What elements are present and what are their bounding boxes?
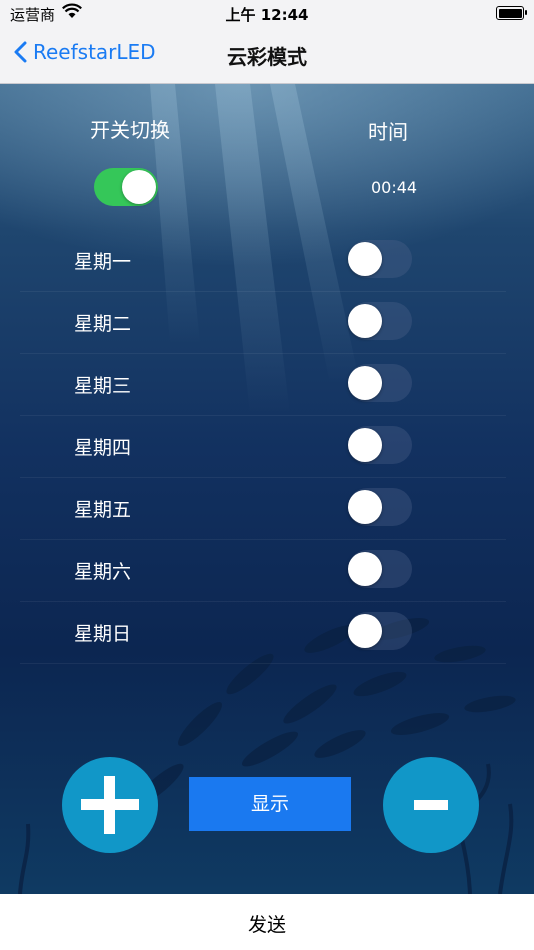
add-button[interactable]: [62, 757, 158, 853]
status-bar: 运营商 上午 12:44: [0, 0, 534, 26]
toggle-knob: [348, 366, 382, 400]
weekday-row: 星期五: [20, 477, 506, 540]
time-value: 00:44: [371, 178, 418, 197]
weekday-label: 星期日: [74, 623, 132, 645]
battery-level: [498, 8, 522, 18]
toggle-knob: [348, 490, 382, 524]
weekday-label: 星期五: [74, 499, 132, 521]
weekday-toggle[interactable]: [348, 364, 412, 402]
weekday-row: 星期日: [20, 601, 506, 664]
toggle-knob: [348, 304, 382, 338]
weekday-toggle[interactable]: [348, 550, 412, 588]
back-button[interactable]: ReefstarLED: [14, 40, 156, 64]
footer-bar: 发送: [0, 894, 534, 950]
page-title: 云彩模式: [227, 45, 307, 69]
toggle-knob: [348, 552, 382, 586]
weekday-toggle[interactable]: [348, 612, 412, 650]
weekday-toggle[interactable]: [348, 302, 412, 340]
weekday-label: 星期六: [74, 561, 132, 583]
back-label: ReefstarLED: [33, 40, 156, 64]
weekday-row: 星期三: [20, 353, 506, 416]
weekday-toggle[interactable]: [348, 426, 412, 464]
weekday-row: 星期一: [20, 229, 506, 292]
navigation-bar: ReefstarLED 云彩模式: [0, 26, 534, 83]
battery-icon: [496, 6, 527, 20]
weekday-row: 星期四: [20, 415, 506, 478]
toggle-knob: [348, 428, 382, 462]
weekday-label: 星期一: [74, 251, 132, 273]
weekday-label: 星期二: [74, 313, 132, 335]
time-header: 时间: [368, 120, 408, 144]
toggle-knob: [348, 242, 382, 276]
send-button[interactable]: 发送: [0, 910, 534, 937]
weekday-row: 星期二: [20, 291, 506, 354]
show-button[interactable]: 显示: [189, 777, 351, 831]
weekday-label: 星期三: [74, 375, 132, 397]
minus-icon: [414, 800, 448, 810]
master-switch-toggle[interactable]: [94, 168, 158, 206]
weekday-toggle[interactable]: [348, 488, 412, 526]
plus-icon-stroke: [104, 776, 115, 834]
weekday-row: 星期六: [20, 539, 506, 602]
weekday-toggle[interactable]: [348, 240, 412, 278]
weekday-label: 星期四: [74, 437, 132, 459]
top-bar: 运营商 上午 12:44 ReefstarLED 云彩模式: [0, 0, 534, 84]
toggle-knob: [348, 614, 382, 648]
switch-header: 开关切换: [90, 118, 170, 142]
chevron-left-icon: [14, 41, 27, 63]
subtract-button[interactable]: [383, 757, 479, 853]
toggle-knob: [122, 170, 156, 204]
status-time: 上午 12:44: [225, 6, 309, 24]
